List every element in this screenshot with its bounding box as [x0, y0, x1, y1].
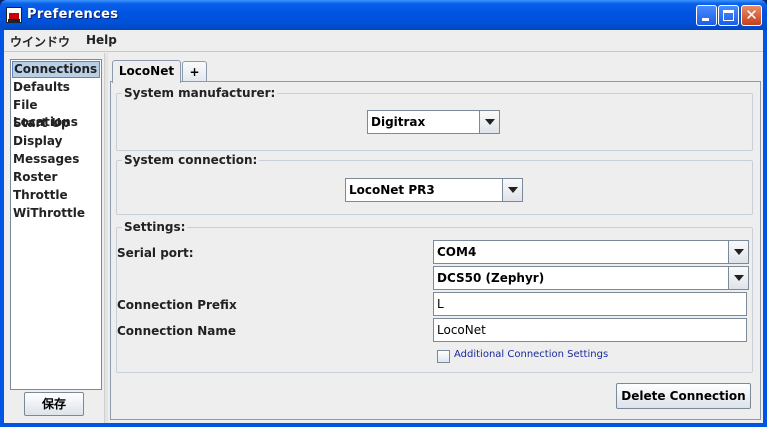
chevron-down-icon[interactable]: [728, 241, 748, 263]
sidebar-item-start-up[interactable]: Start Up: [12, 115, 100, 132]
additional-settings-label[interactable]: Additional Connection Settings: [454, 349, 608, 360]
close-icon: ✕: [745, 6, 758, 24]
command-station-value: DCS50 (Zephyr): [437, 271, 545, 285]
preferences-category-list: Connections Defaults File Locations Star…: [10, 59, 102, 390]
connection-combo[interactable]: LocoNet PR3: [345, 178, 523, 202]
manufacturer-combo[interactable]: Digitrax: [367, 110, 500, 134]
manufacturer-value: Digitrax: [371, 115, 426, 129]
save-button[interactable]: 保存: [24, 392, 84, 416]
tab-add-connection[interactable]: +: [182, 61, 207, 82]
connection-group-title: System connection:: [122, 153, 260, 167]
window-title: Preferences: [27, 7, 119, 22]
sidebar-item-display[interactable]: Display: [12, 133, 100, 150]
close-button[interactable]: ✕: [741, 5, 762, 26]
connection-group: System connection: LocoNet PR3: [116, 153, 753, 215]
window-client: ウインドウ Help Connections Defaults File Loc…: [4, 30, 763, 423]
command-station-combo[interactable]: DCS50 (Zephyr): [433, 266, 749, 290]
title-bar[interactable]: Preferences ✕: [0, 0, 767, 30]
split-pane-divider[interactable]: [104, 53, 108, 423]
sidebar-item-connections[interactable]: Connections: [12, 61, 100, 78]
additional-settings-checkbox[interactable]: [437, 350, 450, 363]
connection-value: LocoNet PR3: [349, 183, 435, 197]
tab-loconet[interactable]: LocoNet: [112, 60, 181, 83]
minimize-button[interactable]: [696, 5, 717, 26]
manufacturer-group: System manufacturer: Digitrax: [116, 86, 753, 151]
sidebar-item-roster[interactable]: Roster: [12, 169, 100, 186]
sidebar-item-defaults[interactable]: Defaults: [12, 79, 100, 96]
sidebar-item-messages[interactable]: Messages: [12, 151, 100, 168]
chevron-down-icon[interactable]: [502, 179, 522, 201]
minimize-icon: [702, 18, 709, 21]
manufacturer-group-title: System manufacturer:: [122, 86, 278, 100]
serial-port-value: COM4: [437, 245, 477, 259]
serial-port-label: Serial port:: [117, 246, 194, 260]
connection-name-input[interactable]: LocoNet: [433, 318, 747, 342]
connection-name-label: Connection Name: [117, 324, 236, 338]
delete-connection-button[interactable]: Delete Connection: [616, 383, 751, 409]
sidebar-item-throttle[interactable]: Throttle: [12, 187, 100, 204]
menu-help[interactable]: Help: [86, 33, 117, 47]
connection-prefix-label: Connection Prefix: [117, 298, 237, 312]
settings-group: Settings: Serial port: COM4 DCS50 (Zephy…: [116, 220, 753, 373]
chevron-down-icon[interactable]: [479, 111, 499, 133]
chevron-down-icon[interactable]: [728, 267, 748, 289]
maximize-button[interactable]: [718, 5, 739, 26]
sidebar-item-file-locations[interactable]: File Locations: [12, 97, 100, 129]
maximize-icon: [723, 10, 734, 21]
menu-bar: ウインドウ Help: [4, 30, 763, 52]
connection-prefix-input[interactable]: L: [433, 292, 747, 316]
menu-window[interactable]: ウインドウ: [10, 33, 70, 50]
sidebar-item-withrottle[interactable]: WiThrottle: [12, 205, 100, 222]
settings-group-title: Settings:: [122, 220, 188, 234]
serial-port-combo[interactable]: COM4: [433, 240, 749, 264]
connection-tab-panel: System manufacturer: Digitrax System con…: [110, 81, 761, 420]
preferences-window: Preferences ✕ ウインドウ Help Connections Def…: [0, 0, 767, 427]
app-icon: [6, 7, 22, 23]
